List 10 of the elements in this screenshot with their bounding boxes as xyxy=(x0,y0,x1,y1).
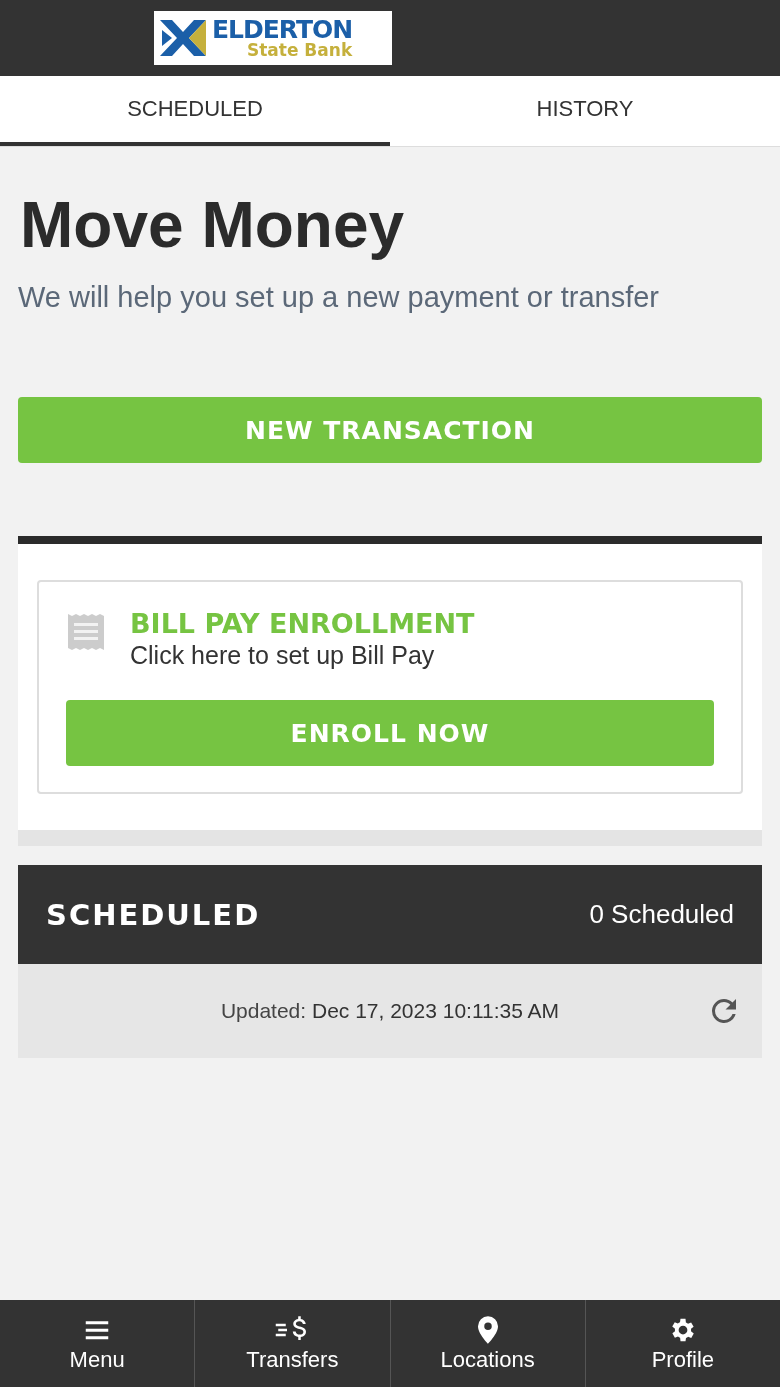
logo-name: ELDERTON xyxy=(212,17,353,42)
scheduled-count: 0 Scheduled xyxy=(589,899,734,930)
scheduled-title: SCHEDULED xyxy=(46,897,261,932)
page-title: Move Money xyxy=(20,188,406,263)
enrollment-description[interactable]: Click here to set up Bill Pay xyxy=(130,640,475,670)
logo-subtitle: State Bank xyxy=(246,42,353,59)
page-subtitle: We will help you set up a new payment or transfer xyxy=(18,280,660,315)
updated-timestamp: Updated: Dec 17, 2023 10:11:35 AM xyxy=(220,999,560,1023)
enrollment-title: BILL PAY ENROLLMENT xyxy=(130,608,475,640)
receipt-icon xyxy=(66,612,106,652)
